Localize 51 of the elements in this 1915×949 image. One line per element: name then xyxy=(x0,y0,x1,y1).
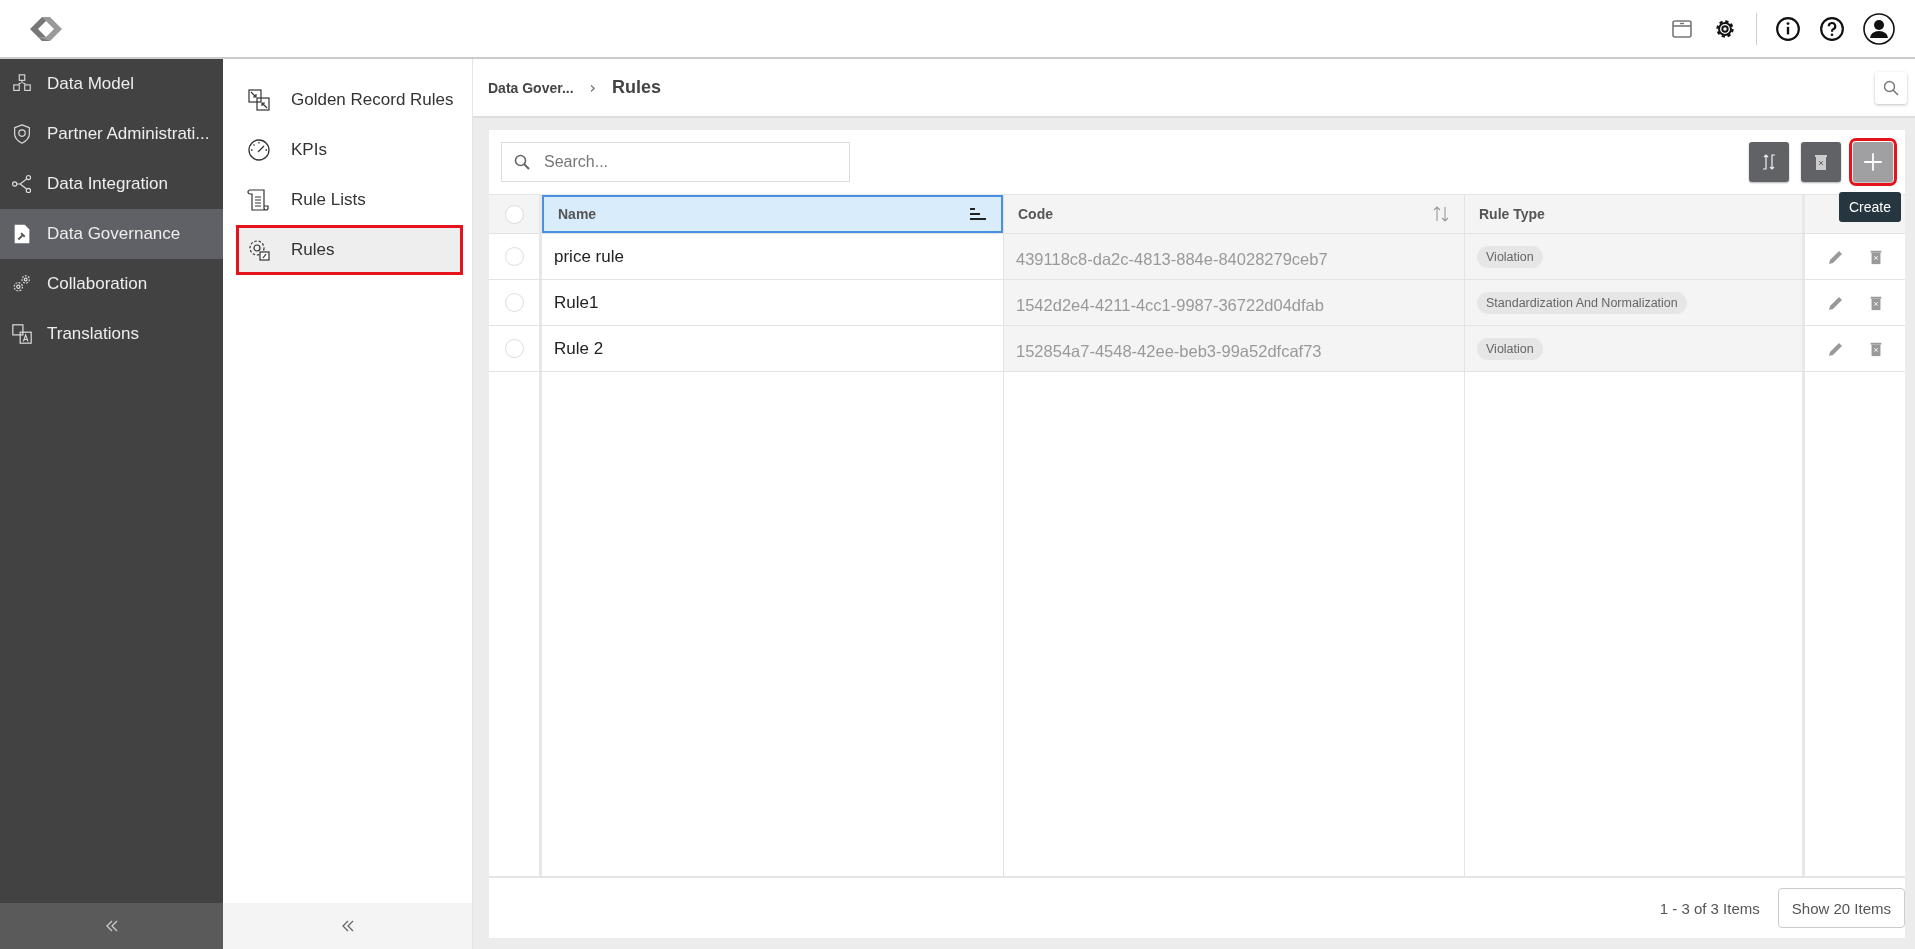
search-icon xyxy=(514,154,530,170)
rule-type-tag: Violation xyxy=(1477,337,1543,360)
select-all-radio[interactable] xyxy=(504,204,524,224)
row-radio[interactable] xyxy=(504,293,524,312)
page-size-button[interactable]: Show 20 Items xyxy=(1777,888,1905,928)
table-cell: Rule 2 xyxy=(554,338,604,359)
table-cell: price rule xyxy=(554,246,624,267)
search-field[interactable]: Search... xyxy=(501,142,850,182)
table-cell-text: 152854a7-4548-42ee-beb3-99a52dfcaf73 xyxy=(1016,340,1322,361)
sort-arrows-icon[interactable] xyxy=(1432,206,1450,222)
subnav-item[interactable]: Golden Record Rules xyxy=(236,75,463,125)
info-icon[interactable] xyxy=(1775,15,1801,42)
search-icon xyxy=(1883,79,1899,96)
breadcrumb-current: Rules xyxy=(612,77,662,98)
row-radio[interactable] xyxy=(504,339,524,358)
nodes-icon xyxy=(11,173,33,195)
user-avatar-icon[interactable] xyxy=(1863,12,1895,45)
column-header[interactable]: Code xyxy=(1003,195,1464,233)
shield-icon xyxy=(11,123,33,145)
sidebar-item[interactable]: Translations xyxy=(0,309,223,359)
translate-icon xyxy=(11,323,33,345)
sidebar-item[interactable]: Data Integration xyxy=(0,159,223,209)
help-icon[interactable] xyxy=(1819,15,1845,42)
arrows-in-icon xyxy=(247,88,271,112)
breadcrumb-separator: › xyxy=(589,78,596,97)
sidebar-item[interactable]: Data Model xyxy=(0,59,223,109)
refresh-button[interactable] xyxy=(1749,142,1789,182)
rule-type-tag: Violation xyxy=(1477,245,1543,268)
sidebar-item[interactable]: Collaboration xyxy=(0,259,223,309)
rule-type-tag: Standardization And Normalization xyxy=(1477,291,1687,314)
subnav-item[interactable]: KPIs xyxy=(236,125,463,175)
row-radio[interactable] xyxy=(504,247,524,266)
search-button[interactable] xyxy=(1875,71,1907,104)
plus-icon xyxy=(1862,151,1884,173)
sidebar-item[interactable]: Partner Administrati... xyxy=(0,109,223,159)
table-cell-text: 1542d2e4-4211-4cc1-9987-36722d04dfab xyxy=(1016,294,1324,315)
column-header[interactable]: Rule Type xyxy=(1464,195,1802,233)
gear-document-icon xyxy=(247,238,271,262)
breadcrumb-link[interactable]: Data Gover... xyxy=(488,79,574,96)
sidebar-item[interactable]: Data Governance xyxy=(0,209,223,259)
tooltip: Create xyxy=(1838,192,1901,222)
table-cell-text: 439118c8-da2c-4813-884e-84028279ceb7 xyxy=(1016,248,1328,269)
subnav-item[interactable]: Rule Lists xyxy=(236,175,463,225)
pager-summary: 1 - 3 of 3 Items xyxy=(1659,899,1760,917)
subnav-item[interactable]: Rules xyxy=(236,225,463,275)
gauge-icon xyxy=(247,138,271,162)
table-cell: Rule1 xyxy=(554,292,599,313)
delete-button[interactable] xyxy=(1801,142,1841,182)
column-header[interactable]: Name xyxy=(542,195,1003,233)
scroll-list-icon xyxy=(247,188,271,212)
sort-lines-icon[interactable] xyxy=(969,207,987,221)
